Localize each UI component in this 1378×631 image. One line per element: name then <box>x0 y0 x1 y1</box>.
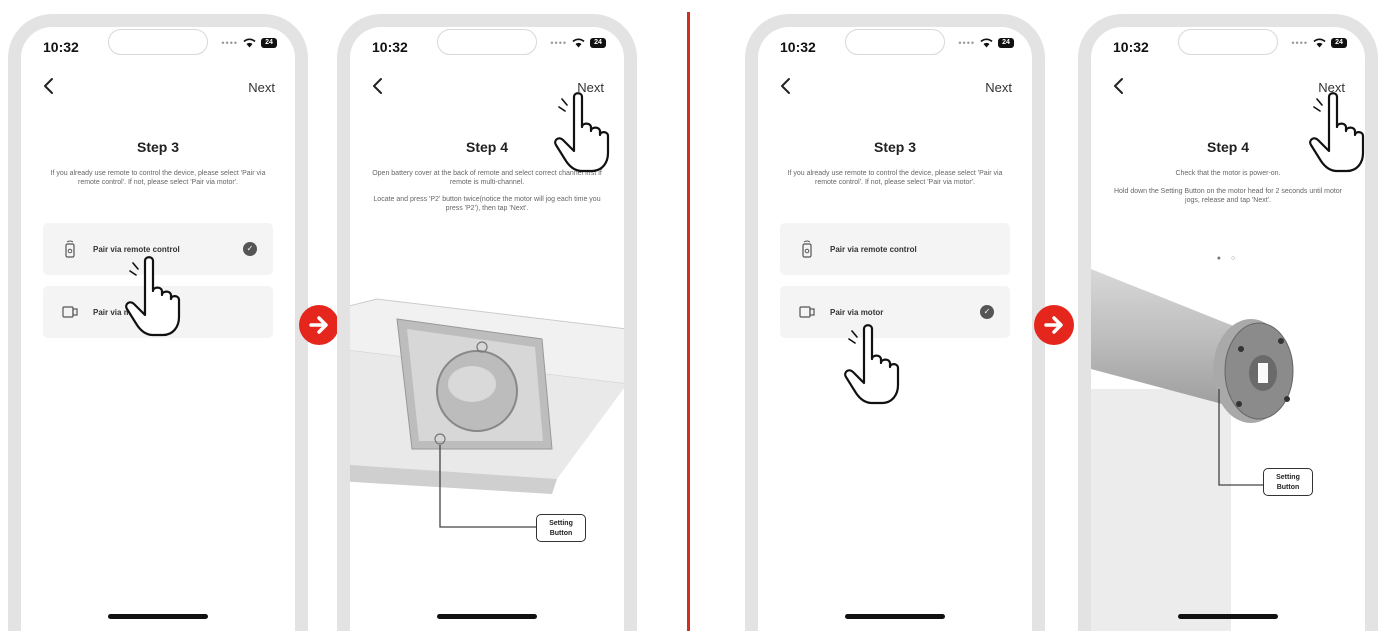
callout-line-1: Setting <box>549 520 573 527</box>
pointing-hand-icon <box>550 91 620 175</box>
status-icons: •••• 24 <box>958 38 1014 48</box>
phone-step3-remote: 10:32 •••• 24 Next Step 3 If you already… <box>8 14 308 631</box>
wifi-icon <box>980 38 993 48</box>
signal-icon: •••• <box>221 38 238 48</box>
wifi-icon <box>572 38 585 48</box>
next-button[interactable]: Next <box>985 80 1012 95</box>
wifi-icon <box>243 38 256 48</box>
pair-remote-label: Pair via remote control <box>93 244 180 254</box>
home-indicator <box>437 614 537 619</box>
motor-icon <box>798 303 816 321</box>
chevron-left-icon[interactable] <box>41 77 57 95</box>
notch <box>108 29 208 55</box>
step-title: Step 3 <box>873 139 916 155</box>
check-icon: ✓ <box>980 305 994 319</box>
battery-icon: 24 <box>261 38 277 48</box>
status-time: 10:32 <box>1113 39 1149 55</box>
battery-icon: 24 <box>1331 38 1347 48</box>
remote-icon <box>798 240 816 258</box>
status-icons: •••• 24 <box>1291 38 1347 48</box>
step-description: If you already use remote to control the… <box>50 170 266 186</box>
step-description: If you already use remote to control the… <box>787 170 1003 186</box>
battery-icon: 24 <box>998 38 1014 48</box>
status-time: 10:32 <box>780 39 816 55</box>
status-icons: •••• 24 <box>221 38 277 48</box>
notch <box>845 29 945 55</box>
phone-step4-remote: 10:32 •••• 24 Next Step 4 Open battery c… <box>337 14 637 631</box>
signal-icon: •••• <box>1291 38 1308 48</box>
remote-icon <box>61 240 79 258</box>
step-instruction-2: Hold down the Setting Button on the moto… <box>1113 188 1343 204</box>
status-time: 10:32 <box>43 39 79 55</box>
home-indicator <box>845 614 945 619</box>
arrow-right-icon <box>299 305 339 345</box>
status-icons: •••• 24 <box>550 38 606 48</box>
pair-remote-label: Pair via remote control <box>830 244 917 254</box>
status-time: 10:32 <box>372 39 408 55</box>
battery-icon: 24 <box>590 38 606 48</box>
step-title: Step 3 <box>136 139 179 155</box>
wifi-icon <box>1313 38 1326 48</box>
chevron-left-icon[interactable] <box>778 77 794 95</box>
home-indicator <box>108 614 208 619</box>
phone-step3-motor: 10:32 •••• 24 Next Step 3 If you already… <box>745 14 1045 631</box>
signal-icon: •••• <box>550 38 567 48</box>
callout-line-2: Button <box>1276 484 1300 491</box>
arrow-right-icon <box>1034 305 1074 345</box>
pointing-hand-icon <box>121 255 191 339</box>
pair-remote-option[interactable]: Pair via remote control <box>780 223 1010 275</box>
setting-button-callout: Setting Button <box>536 514 586 542</box>
chevron-left-icon[interactable] <box>370 77 386 95</box>
callout-line-1: Setting <box>1276 474 1300 481</box>
next-button[interactable]: Next <box>248 80 275 95</box>
signal-icon: •••• <box>958 38 975 48</box>
callout-line-2: Button <box>549 530 573 537</box>
pair-motor-label: Pair via motor <box>830 307 884 317</box>
notch <box>437 29 537 55</box>
notch <box>1178 29 1278 55</box>
check-icon: ✓ <box>243 242 257 256</box>
step-instruction-2: Locate and press 'P2' button twice(notic… <box>373 196 601 212</box>
pointing-hand-icon <box>840 323 910 407</box>
phone-step4-motor: 10:32 •••• 24 Next Step 4 Check that the… <box>1078 14 1378 631</box>
remote-back-illustration <box>350 298 624 528</box>
home-indicator <box>1178 614 1278 619</box>
motor-icon <box>61 303 79 321</box>
motor-tube-illustration <box>1091 269 1294 631</box>
setting-button-callout: Setting Button <box>1263 468 1313 496</box>
pointing-hand-icon <box>1305 91 1375 175</box>
chevron-left-icon[interactable] <box>1111 77 1127 95</box>
section-divider <box>687 12 690 631</box>
